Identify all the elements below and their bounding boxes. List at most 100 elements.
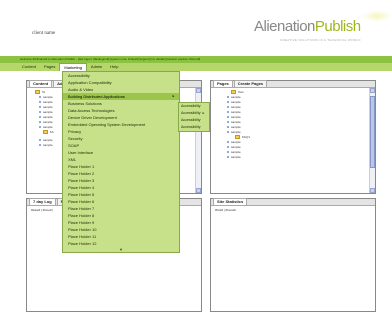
dropdown-item-embedded-os-development[interactable]: Embedded Operating System Development [63,121,179,128]
logo-flare [362,10,392,22]
tree-subfolder-label: FA [50,130,54,134]
list-item-label: sample [231,150,241,154]
folder-icon [231,90,236,95]
page-icon [39,121,41,124]
list-item-label: sample [231,95,241,99]
page-icon [39,139,41,142]
page-icon [39,96,41,99]
dropdown-item-building-distributed-applications[interactable]: Building Distributed Applications ► [63,93,179,100]
list-item-label: sample [231,105,241,109]
page-icon [227,106,229,109]
page-icon [227,116,229,119]
page-icon [227,96,229,99]
list-item-label: sample [43,100,53,104]
dropdown-item-place-holder-6[interactable]: Place Holder 6 [63,198,179,205]
dropdown-item-place-holder-1[interactable]: Place Holder 1 [63,163,179,170]
list-item-label: sample [231,130,241,134]
stats-panel: Site Statistics #hits# | #trend# [210,198,376,312]
menu-marketing[interactable]: Marketing [59,63,87,71]
scroll-down-button[interactable] [370,188,375,193]
menu-admin[interactable]: Admin [87,63,106,71]
list-item-label: sample [231,145,241,149]
dropdown-item-place-holder-7[interactable]: Place Holder 7 [63,205,179,212]
page-icon [227,141,229,144]
page-icon [39,116,41,119]
tab-site-statistics[interactable]: Site Statistics [213,198,248,205]
list-item[interactable]: sample [215,155,371,160]
tab-pages[interactable]: Pages [213,80,233,87]
app-window: client name AlienationPublish CREATIVE S… [0,0,392,314]
list-item-label: sample [43,125,53,129]
page-icon [227,111,229,114]
dropdown-item-accessibility[interactable]: Accessibility [63,72,179,79]
list-item-label: sample [231,100,241,104]
page-icon [39,126,41,129]
page-icon [39,144,41,147]
dropdown-item-business-solutions[interactable]: Business Solutions [63,100,179,107]
page-icon [39,101,41,104]
dropdown-item-place-holder-9[interactable]: Place Holder 9 [63,219,179,226]
dropdown-item-audio-video[interactable]: Audio & Video [63,86,179,93]
folder-icon [43,130,48,135]
pages-panel-tabs: Pages Create Pages [211,80,375,88]
pages-panel: Pages Create Pages Test sample sample sa… [210,80,376,194]
stats-text: #hits# | #trend# [215,208,236,212]
dropdown-item-place-holder-10[interactable]: Place Holder 10 [63,226,179,233]
scroll-up-button[interactable] [196,88,201,93]
tab-content[interactable]: Content [29,80,53,87]
page-icon [227,126,229,129]
tab-7-day-log[interactable]: 7 day Log [29,198,56,205]
dropdown-item-security[interactable]: Security [63,135,179,142]
dropdown-item-data-access-technologies[interactable]: Data Access Technologies [63,107,179,114]
dropdown-item-device-driver-development[interactable]: Device Driver Development [63,114,179,121]
menu-help[interactable]: Help [106,63,122,71]
submenu-item-accessibility[interactable]: Accessibility [179,117,209,124]
list-item-label: sample [43,120,53,124]
submenu-item-accessibility[interactable]: Accessibility [179,124,209,131]
dropdown-item-application-compatibility[interactable]: Application Compatibility [63,79,179,86]
submenu-item-accessibility[interactable]: Accessibility [179,103,209,110]
folder-icon [35,90,40,95]
header: client name AlienationPublish CREATIVE S… [0,0,392,54]
dropdown-item-place-holder-5[interactable]: Place Holder 5 [63,191,179,198]
dropdown-item-place-holder-4[interactable]: Place Holder 4 [63,184,179,191]
dropdown-item-place-holder-2[interactable]: Place Holder 2 [63,170,179,177]
menu-bar: Content Pages Marketing Admin Help [0,63,392,71]
logo-word-publish: Publish [314,18,361,35]
dropdown-item-place-holder-11[interactable]: Place Holder 11 [63,233,179,240]
info-bar: welcome #fullname# to Alienation Publish… [0,56,392,63]
scroll-down-button[interactable] [196,188,201,193]
dropdown-item-place-holder-8[interactable]: Place Holder 8 [63,212,179,219]
list-item-label: sample [43,138,53,142]
page-icon [39,111,41,114]
submenu-arrow-icon: ► [202,111,205,115]
stats-panel-tabs: Site Statistics [211,198,375,206]
page-icon [227,131,229,134]
menu-content[interactable]: Content [18,63,40,71]
tab-create-pages[interactable]: Create Pages [233,80,268,87]
dropdown-item-privacy[interactable]: Privacy [63,128,179,135]
tree-root-label: Te [42,90,46,94]
submenu-item-accessibility[interactable]: Accessibility ► [179,110,209,117]
dropdown-item-soap[interactable]: SOAP [63,142,179,149]
submenu: Accessibility Accessibility ► Accessibil… [178,102,210,132]
dropdown-item-label: Building Distributed Applications [68,94,125,99]
page-icon [227,101,229,104]
list-item-label: sample [43,143,53,147]
list-item-label: sample [43,115,53,119]
scroll-more-icon[interactable]: ▼ [63,247,179,252]
page-icon [39,106,41,109]
list-item-label: sample [231,115,241,119]
list-item-label: sample [231,140,241,144]
menu-pages[interactable]: Pages [40,63,59,71]
scroll-up-button[interactable] [370,88,375,93]
list-item-label: sample [231,125,241,129]
dropdown-item-user-interface[interactable]: User Interface [63,149,179,156]
scroll-thumb[interactable] [370,96,375,168]
client-name: client name [32,31,56,36]
tree-root-label: Test [238,90,244,94]
dropdown-item-place-holder-3[interactable]: Place Holder 3 [63,177,179,184]
dropdown-item-xml[interactable]: XML [63,156,179,163]
pages-scrollbar[interactable] [369,88,375,193]
dropdown-item-place-holder-12[interactable]: Place Holder 12 [63,240,179,247]
